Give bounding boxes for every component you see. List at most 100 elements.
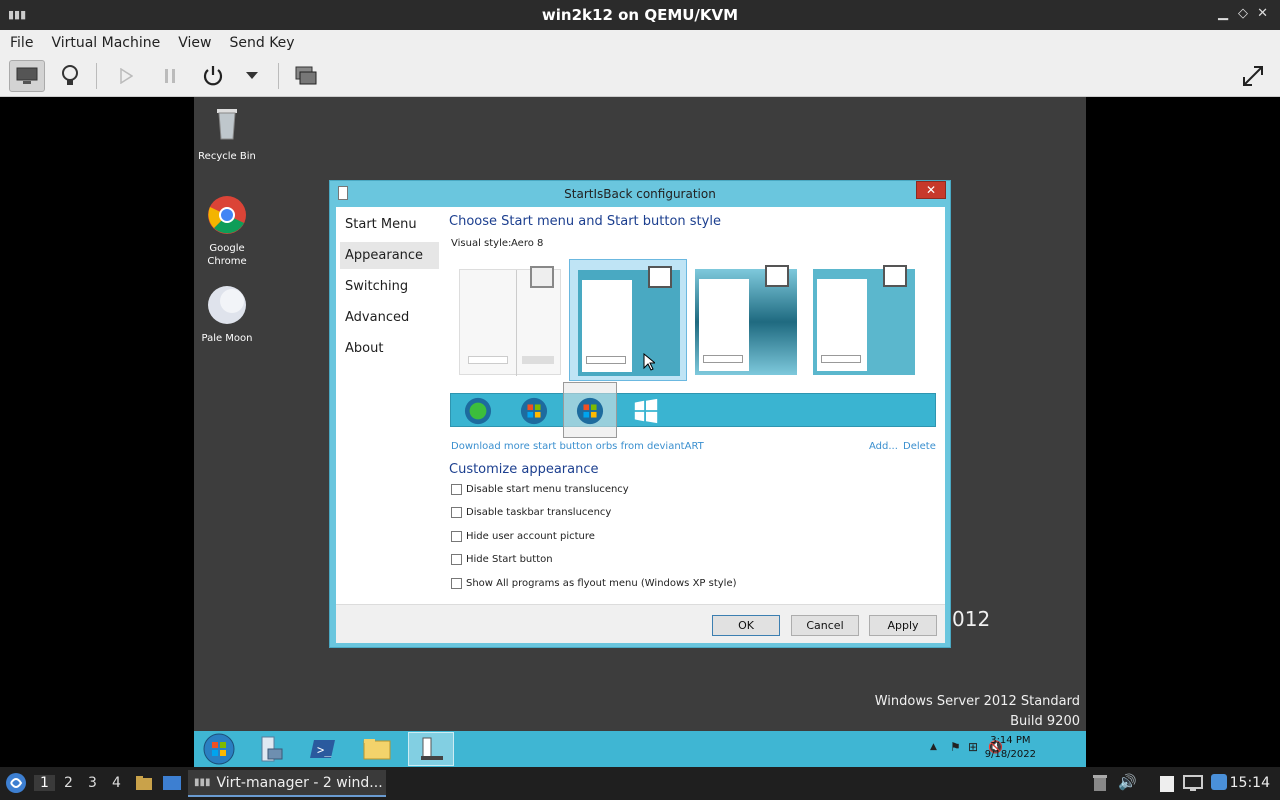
power-dropdown[interactable]: [234, 60, 270, 92]
checkbox[interactable]: [451, 484, 462, 495]
file-manager-icon[interactable]: [135, 774, 153, 792]
play-icon: [120, 68, 133, 84]
workspace-1[interactable]: 1: [34, 775, 55, 791]
virt-manager-task-icon: ▮▮▮: [194, 777, 211, 788]
option-row-3[interactable]: Hide user account picture: [451, 531, 595, 542]
chrome-icon: [208, 196, 246, 234]
nav-advanced[interactable]: Advanced: [340, 304, 439, 331]
desktop-icon-chrome[interactable]: Google Chrome: [194, 195, 260, 268]
visual-style-value[interactable]: Aero 8: [511, 238, 543, 249]
user-picture-icon: [765, 265, 789, 287]
nav-about[interactable]: About: [340, 335, 439, 362]
visual-style-label: Visual style:: [451, 238, 512, 249]
fullscreen-button[interactable]: [1235, 60, 1271, 92]
desktop-icon-recycle-bin[interactable]: Recycle Bin: [194, 103, 260, 163]
orb-windows8-icon[interactable]: [631, 397, 661, 425]
app-menu-icon[interactable]: [5, 772, 27, 794]
dialog-close-button[interactable]: ✕: [916, 181, 946, 199]
background-text: 012: [952, 607, 991, 631]
user-picture-icon: [530, 266, 554, 288]
taskbar-explorer[interactable]: [354, 732, 400, 766]
console-button[interactable]: [9, 60, 45, 92]
clipboard-icon[interactable]: [1158, 773, 1176, 793]
nav-switching[interactable]: Switching: [340, 273, 439, 300]
style-option-2[interactable]: [569, 259, 687, 381]
apply-button[interactable]: Apply: [869, 615, 937, 636]
svg-text:>_: >_: [317, 743, 332, 757]
menu-virtual-machine[interactable]: Virtual Machine: [51, 35, 160, 51]
trash-icon[interactable]: [1092, 774, 1108, 792]
option-row-5[interactable]: Show All programs as flyout menu (Window…: [451, 578, 737, 589]
dialog-body: Start Menu Appearance Switching Advanced…: [336, 207, 945, 643]
nav-appearance[interactable]: Appearance: [340, 242, 439, 269]
user-picture-icon: [648, 266, 672, 288]
recycle-bin-icon: [217, 109, 237, 140]
close-icon[interactable]: ✕: [1257, 6, 1268, 21]
powershell-icon: >_: [310, 740, 335, 758]
delete-orb-link[interactable]: Delete: [903, 441, 936, 452]
pale-moon-icon: [208, 286, 246, 324]
maximize-icon[interactable]: ◇: [1238, 6, 1248, 21]
menu-send-key[interactable]: Send Key: [229, 35, 294, 51]
pause-icon: [165, 69, 175, 83]
host-task-virt-manager[interactable]: ▮▮▮ Virt-manager - 2 wind...: [188, 770, 386, 797]
checkbox[interactable]: [451, 578, 462, 589]
download-orbs-link[interactable]: Download more start button orbs from dev…: [451, 441, 704, 452]
option-row-1[interactable]: Disable start menu translucency: [451, 484, 629, 495]
windows-orb-icon: [203, 733, 235, 765]
action-center-flag-icon[interactable]: ⚑: [950, 740, 961, 754]
power-button[interactable]: [195, 60, 231, 92]
monitor-icon: [16, 67, 38, 84]
checkbox[interactable]: [451, 531, 462, 542]
dialog-title: StartIsBack configuration: [564, 186, 716, 201]
run-button[interactable]: [108, 60, 144, 92]
update-icon[interactable]: [1210, 773, 1228, 791]
menu-view[interactable]: View: [178, 35, 211, 51]
screenshot-button[interactable]: [288, 60, 324, 92]
ok-button[interactable]: OK: [712, 615, 780, 636]
guest-start-button[interactable]: [196, 732, 242, 766]
customize-heading: Customize appearance: [449, 462, 599, 477]
host-clock[interactable]: 15:14: [1230, 775, 1270, 791]
option-row-4[interactable]: Hide Start button: [451, 554, 553, 565]
mouse-cursor-icon: [643, 353, 655, 371]
cancel-button[interactable]: Cancel: [791, 615, 859, 636]
folder-icon: [363, 739, 391, 760]
window-title: win2k12 on QEMU/KVM: [541, 6, 739, 24]
menu-file[interactable]: File: [10, 35, 33, 51]
chevron-down-icon: [246, 72, 258, 79]
taskbar-startisback[interactable]: [408, 732, 454, 766]
style-option-4[interactable]: [805, 259, 923, 381]
guest-clock[interactable]: 3:14 PM 9/18/2022: [985, 734, 1036, 762]
desktop-icon-pale-moon[interactable]: Pale Moon: [194, 285, 260, 345]
pause-button[interactable]: [152, 60, 188, 92]
orb-green-icon[interactable]: [463, 397, 493, 425]
workspace-3[interactable]: 3: [88, 775, 97, 791]
style-option-1[interactable]: [451, 259, 569, 381]
lightbulb-icon: [62, 65, 78, 85]
details-button[interactable]: [52, 60, 88, 92]
style-heading: Choose Start menu and Start button style: [449, 214, 721, 229]
volume-icon[interactable]: 🔊: [1118, 773, 1137, 791]
style-option-3[interactable]: [687, 259, 805, 381]
workspace-2[interactable]: 2: [64, 775, 73, 791]
dialog-footer: OK Cancel Apply: [336, 604, 945, 643]
taskbar-powershell[interactable]: >_: [300, 732, 346, 766]
nav-start-menu[interactable]: Start Menu: [340, 211, 439, 238]
checkbox[interactable]: [451, 554, 462, 565]
orb-windows7-selected-icon[interactable]: [575, 397, 605, 425]
option-row-2[interactable]: Disable taskbar translucency: [451, 507, 611, 518]
screens-icon: [295, 66, 317, 85]
network-icon[interactable]: ⊞: [968, 740, 978, 754]
show-desktop-icon[interactable]: [162, 774, 182, 792]
fullscreen-icon: [1243, 66, 1263, 86]
workspace-4[interactable]: 4: [112, 775, 121, 791]
orb-windows7-icon[interactable]: [519, 397, 549, 425]
windows-edition: Windows Server 2012 Standard: [874, 694, 1080, 709]
network-tray-icon[interactable]: [1183, 774, 1203, 792]
taskbar-server-manager[interactable]: [248, 732, 294, 766]
checkbox[interactable]: [451, 507, 462, 518]
show-hidden-icons[interactable]: ▲: [930, 742, 937, 752]
add-orb-link[interactable]: Add...: [869, 441, 898, 452]
minimize-icon[interactable]: ▁: [1218, 6, 1228, 21]
